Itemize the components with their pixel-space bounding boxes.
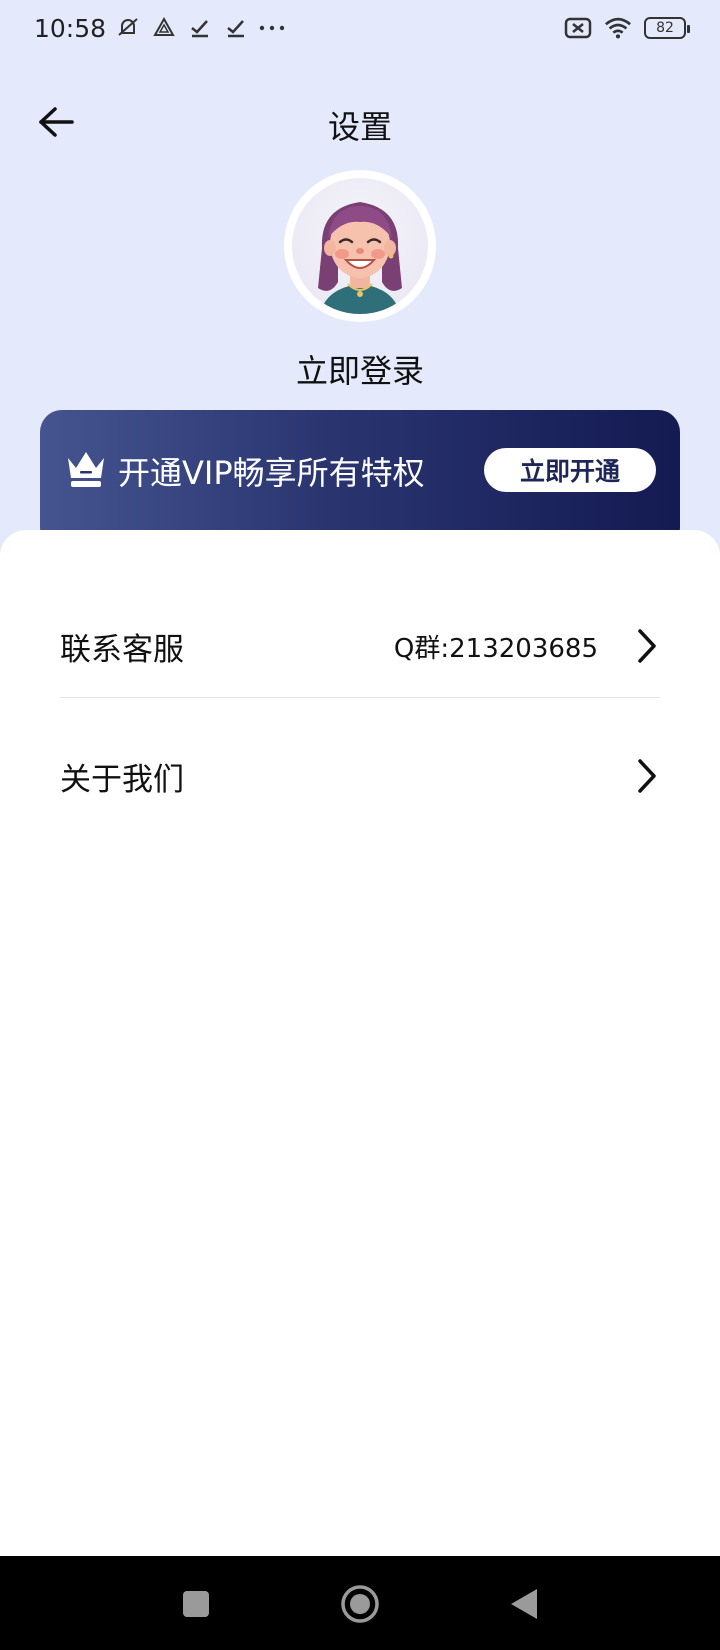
avatar[interactable] [284, 170, 436, 322]
status-time: 10:58 [34, 13, 107, 43]
check-icon [222, 14, 250, 42]
header: 设置 [0, 90, 720, 154]
avatar-image [292, 178, 428, 314]
settings-row-label: 联系客服 [60, 631, 184, 668]
vip-promo-text: 开通VIP畅享所有特权 [118, 454, 425, 492]
square-icon [183, 1591, 209, 1617]
status-right: 82 [564, 14, 690, 42]
check-icon [186, 14, 214, 42]
chevron-right-icon [634, 758, 660, 794]
back-nav-button[interactable] [502, 1582, 546, 1626]
recent-apps-button[interactable] [174, 1582, 218, 1626]
crown-icon [64, 448, 108, 492]
vip-banner[interactable]: 开通VIP畅享所有特权 立即开通 [40, 410, 680, 550]
circle-icon [341, 1585, 379, 1623]
triangle-back-icon [511, 1589, 537, 1619]
settings-row-about-us[interactable]: 关于我们 [60, 728, 660, 824]
battery-icon: 82 [644, 17, 690, 39]
page-title: 设置 [327, 108, 392, 146]
muted-bell-icon [114, 14, 142, 42]
system-nav-bar [0, 1556, 720, 1650]
status-bar: 10:58 82 [0, 0, 720, 56]
settings-row-contact-service[interactable]: 联系客服 Q群:213203685 [60, 598, 660, 694]
settings-row-value: Q群:213203685 [393, 633, 598, 664]
status-left: 10:58 [34, 14, 286, 43]
vip-open-button[interactable]: 立即开通 [484, 448, 656, 492]
login-link[interactable]: 立即登录 [0, 346, 720, 392]
settings-row-label: 关于我们 [60, 761, 184, 798]
more-dots-icon [258, 14, 286, 42]
sim-off-icon [564, 14, 592, 42]
wifi-icon [604, 14, 632, 42]
chevron-right-icon [634, 628, 660, 664]
drive-icon [150, 14, 178, 42]
divider [60, 697, 660, 698]
home-button[interactable] [338, 1582, 382, 1626]
